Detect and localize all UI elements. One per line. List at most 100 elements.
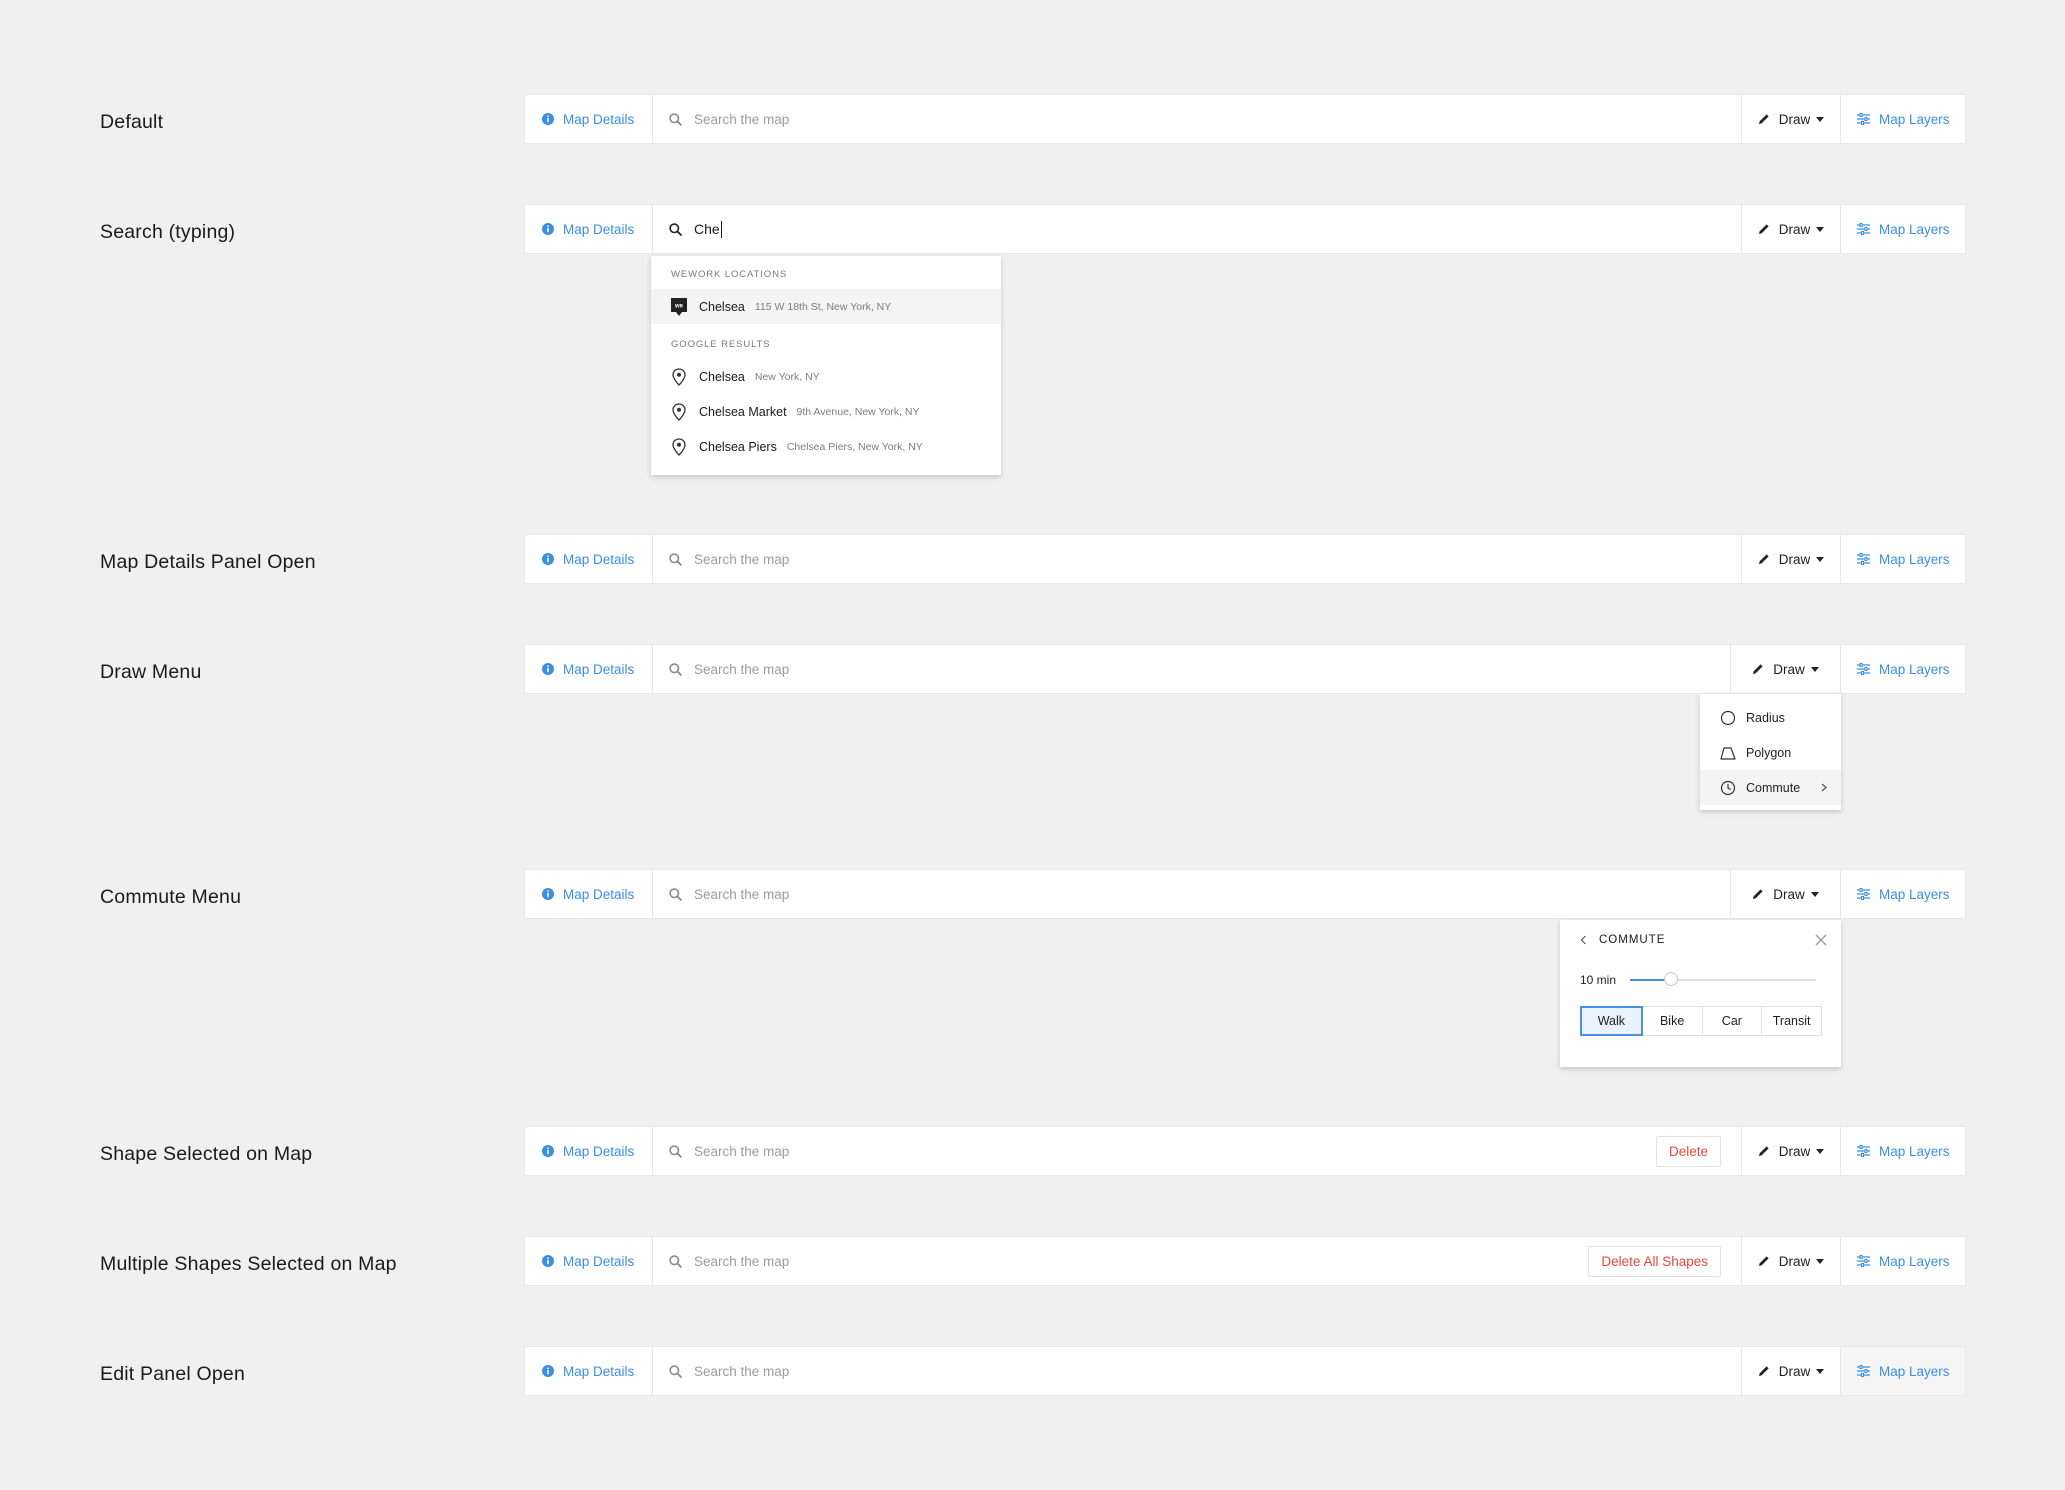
mode-transit-button[interactable]: Transit bbox=[1761, 1006, 1822, 1036]
info-icon bbox=[542, 223, 554, 235]
draw-menu-commute[interactable]: Commute bbox=[1700, 770, 1841, 805]
chevron-right-icon bbox=[1821, 783, 1827, 792]
map-layers-button[interactable]: Map Layers bbox=[1840, 95, 1965, 143]
map-layers-button[interactable]: Map Layers bbox=[1840, 1347, 1965, 1395]
circle-icon bbox=[1720, 710, 1736, 726]
caret-down-icon bbox=[1816, 226, 1825, 232]
search-icon bbox=[669, 1364, 682, 1378]
search-result-wework-chelsea[interactable]: we Chelsea 115 W 18th St, New York, NY bbox=[651, 289, 1001, 324]
sliders-icon bbox=[1857, 1255, 1870, 1267]
draw-button[interactable]: Draw bbox=[1741, 95, 1840, 143]
map-toolbar: Map Details Search the map Delete Draw Map L… bbox=[524, 1126, 1966, 1176]
commute-mode-selector: Walk Bike Car Transit bbox=[1580, 1006, 1822, 1036]
sliders-icon bbox=[1857, 888, 1870, 900]
commute-time-label: 10 min bbox=[1580, 973, 1617, 987]
map-details-button[interactable]: Map Details bbox=[525, 1237, 653, 1285]
map-details-button[interactable]: Map Details bbox=[525, 1127, 653, 1175]
pencil-icon bbox=[1758, 223, 1770, 235]
wework-logo-icon: we bbox=[671, 297, 687, 316]
map-pin-icon bbox=[671, 367, 687, 386]
search-input[interactable]: Search the map bbox=[653, 1237, 1588, 1285]
map-toolbar: Map Details Search the map Draw Map Layers bbox=[524, 534, 1966, 584]
pencil-icon bbox=[1758, 1255, 1770, 1267]
search-input[interactable]: Search the map bbox=[653, 1127, 1656, 1175]
row-label-edit-panel-open: Edit Panel Open bbox=[100, 1363, 246, 1385]
draw-button[interactable]: Draw bbox=[1730, 645, 1840, 693]
pencil-icon bbox=[1758, 113, 1770, 125]
draw-button[interactable]: Draw bbox=[1741, 1237, 1840, 1285]
map-layers-button[interactable]: Map Layers bbox=[1840, 535, 1965, 583]
info-icon bbox=[542, 663, 554, 675]
caret-down-icon bbox=[1816, 1148, 1825, 1154]
sliders-icon bbox=[1857, 223, 1870, 235]
commute-time-slider[interactable] bbox=[1630, 972, 1817, 986]
map-layers-button[interactable]: Map Layers bbox=[1840, 205, 1965, 253]
delete-shape-button[interactable]: Delete bbox=[1655, 1135, 1721, 1167]
info-icon bbox=[542, 113, 554, 125]
map-pin-icon bbox=[671, 437, 687, 456]
map-layers-button[interactable]: Map Layers bbox=[1840, 1127, 1965, 1175]
row-label-draw-menu: Draw Menu bbox=[100, 661, 202, 683]
caret-down-icon bbox=[1816, 116, 1825, 122]
google-results-header: GOOGLE RESULTS bbox=[671, 339, 771, 350]
search-result-google-chelsea-piers[interactable]: Chelsea Piers Chelsea Piers, New York, N… bbox=[651, 429, 1001, 464]
mode-walk-button[interactable]: Walk bbox=[1580, 1006, 1643, 1036]
search-input[interactable]: Search the map bbox=[653, 95, 1741, 143]
slider-thumb[interactable] bbox=[1664, 972, 1679, 986]
map-details-button[interactable]: Map Details bbox=[525, 870, 653, 918]
mode-car-button[interactable]: Car bbox=[1701, 1006, 1763, 1036]
search-icon bbox=[669, 1144, 682, 1158]
draw-button[interactable]: Draw bbox=[1741, 1347, 1840, 1395]
search-icon bbox=[669, 1254, 682, 1268]
back-chevron-icon[interactable] bbox=[1580, 935, 1587, 945]
search-results-dropdown: WEWORK LOCATIONS we Chelsea 115 W 18th S… bbox=[651, 256, 1001, 475]
sliders-icon bbox=[1857, 1365, 1870, 1377]
search-input[interactable]: Search the map bbox=[653, 535, 1741, 583]
pencil-icon bbox=[1752, 663, 1764, 675]
search-input[interactable]: Search the map bbox=[653, 645, 1730, 693]
draw-button[interactable]: Draw bbox=[1741, 1127, 1840, 1175]
caret-down-icon bbox=[1810, 891, 1819, 897]
info-icon bbox=[542, 1145, 554, 1157]
draw-button[interactable]: Draw bbox=[1741, 535, 1840, 583]
map-details-button[interactable]: Map Details bbox=[525, 95, 653, 143]
commute-panel: COMMUTE 10 min Walk Bike Car Transit bbox=[1560, 920, 1841, 1067]
delete-all-shapes-button[interactable]: Delete All Shapes bbox=[1588, 1245, 1721, 1277]
search-input[interactable]: Search the map bbox=[653, 870, 1730, 918]
map-details-button[interactable]: Map Details bbox=[525, 535, 653, 583]
caret-down-icon bbox=[1816, 1368, 1825, 1374]
map-layers-button[interactable]: Map Layers bbox=[1840, 870, 1965, 918]
caret-down-icon bbox=[1816, 1258, 1825, 1264]
draw-menu-dropdown: Radius Polygon Commute bbox=[1700, 694, 1841, 810]
pencil-icon bbox=[1758, 1145, 1770, 1157]
clock-icon bbox=[1720, 780, 1736, 796]
map-pin-icon bbox=[671, 402, 687, 421]
text-cursor bbox=[720, 220, 722, 238]
draw-button[interactable]: Draw bbox=[1741, 205, 1840, 253]
map-toolbar: Map Details Search the map Delete All Shap… bbox=[524, 1236, 1966, 1286]
map-toolbar: Map Details Search the map Draw Map Layers bbox=[524, 94, 1966, 144]
search-result-google-chelsea-market[interactable]: Chelsea Market 9th Avenue, New York, NY bbox=[651, 394, 1001, 429]
map-details-button[interactable]: Map Details bbox=[525, 1347, 653, 1395]
map-details-button[interactable]: Map Details bbox=[525, 205, 653, 253]
map-layers-button[interactable]: Map Layers bbox=[1840, 1237, 1965, 1285]
svg-text:we: we bbox=[674, 303, 684, 309]
info-icon bbox=[542, 1255, 554, 1267]
close-icon[interactable] bbox=[1815, 934, 1827, 946]
map-layers-button[interactable]: Map Layers bbox=[1840, 645, 1965, 693]
row-label-shape-selected: Shape Selected on Map bbox=[100, 1143, 313, 1165]
row-label-default: Default bbox=[100, 111, 164, 133]
info-icon bbox=[542, 888, 554, 900]
draw-menu-polygon[interactable]: Polygon bbox=[1700, 735, 1841, 770]
row-label-search-typing: Search (typing) bbox=[100, 221, 236, 243]
search-icon bbox=[669, 552, 682, 566]
sliders-icon bbox=[1857, 553, 1870, 565]
draw-button[interactable]: Draw bbox=[1730, 870, 1840, 918]
mode-bike-button[interactable]: Bike bbox=[1641, 1006, 1703, 1036]
search-input[interactable]: Che bbox=[653, 205, 1741, 253]
search-result-google-chelsea[interactable]: Chelsea New York, NY bbox=[651, 359, 1001, 394]
search-input[interactable]: Search the map bbox=[653, 1347, 1741, 1395]
map-details-button[interactable]: Map Details bbox=[525, 645, 653, 693]
caret-down-icon bbox=[1816, 556, 1825, 562]
draw-menu-radius[interactable]: Radius bbox=[1700, 700, 1841, 735]
